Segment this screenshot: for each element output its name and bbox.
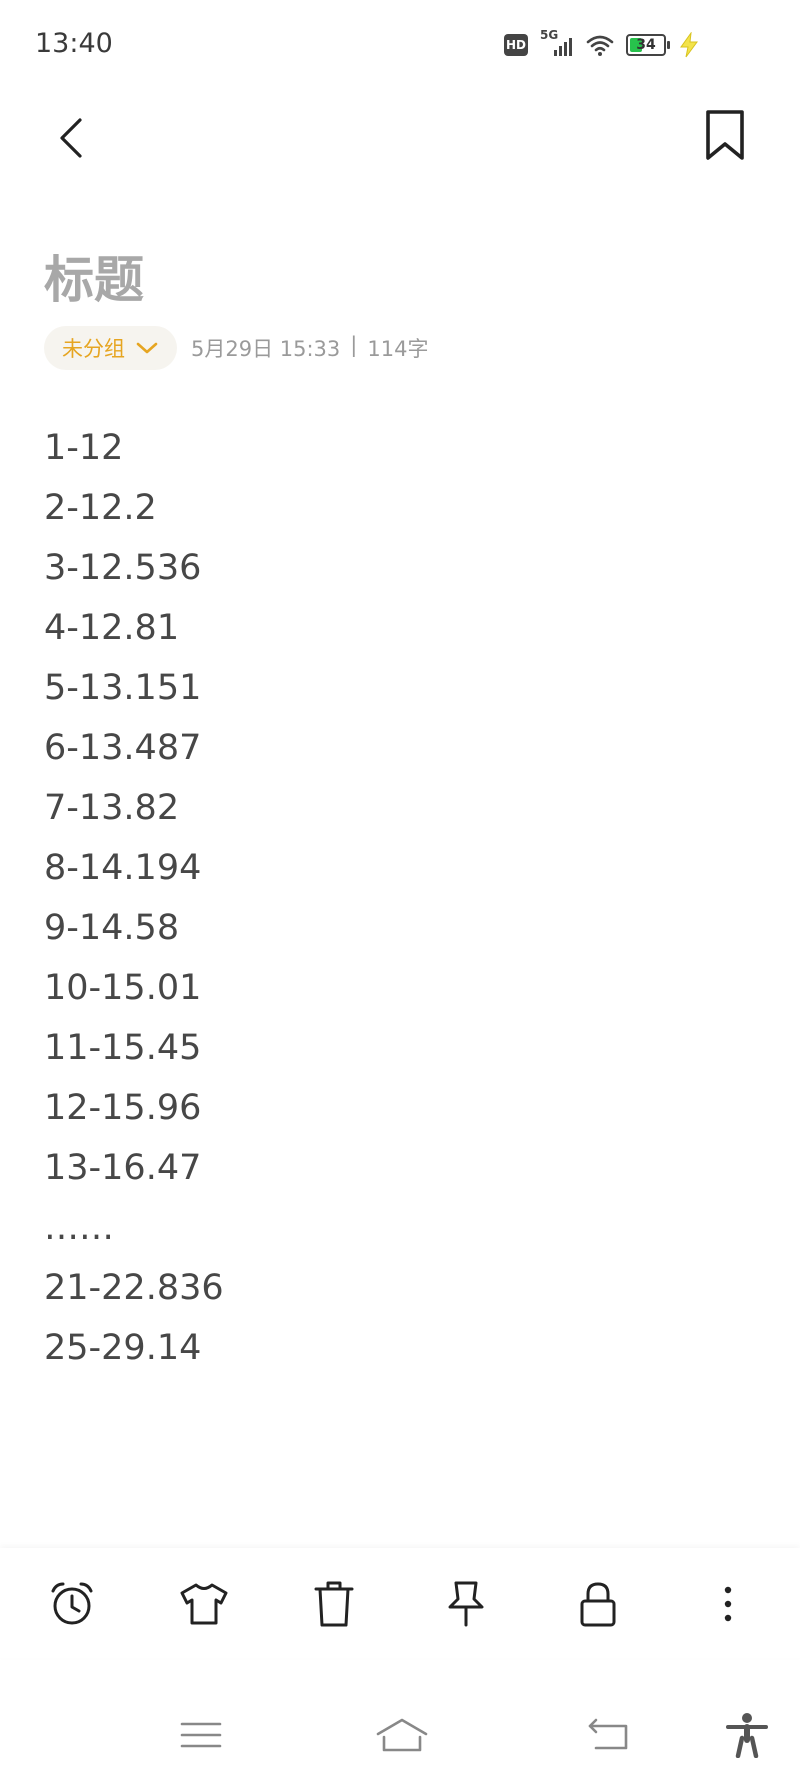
note-line: 10-15.01 — [44, 968, 202, 1008]
system-nav-bar — [0, 1690, 800, 1784]
top-bar — [0, 90, 800, 180]
home-icon — [376, 1718, 428, 1752]
hd-icon: HD — [504, 34, 528, 56]
bookmark-button[interactable] — [700, 108, 750, 164]
note-line: 11-15.45 — [44, 1028, 202, 1068]
accessibility-button[interactable] — [724, 1712, 774, 1759]
status-time: 13:40 — [35, 28, 113, 59]
note-line: 5-13.151 — [44, 668, 202, 708]
chevron-left-icon — [60, 118, 82, 158]
charging-icon — [678, 31, 700, 58]
note-line: 4-12.81 — [44, 608, 180, 648]
note-line: 21-22.836 — [44, 1268, 224, 1308]
note-body[interactable]: 1-12 2-12.2 3-12.536 4-12.81 5-13.151 6-… — [44, 418, 224, 1378]
note-line: 7-13.82 — [44, 788, 180, 828]
battery-icon: 34 — [626, 34, 670, 56]
note-title[interactable]: 标题 — [44, 240, 144, 312]
note-line: 1-12 — [44, 428, 124, 468]
back-button[interactable] — [48, 108, 98, 168]
pin-button[interactable] — [438, 1576, 494, 1632]
bookmark-icon — [706, 110, 744, 160]
menu-icon — [180, 1722, 222, 1748]
note-info: 5月29日 15:33 | 114字 — [191, 333, 428, 363]
note-date: 5月29日 15:33 — [191, 337, 341, 361]
battery-cap — [667, 41, 670, 49]
note-line: 2-12.2 — [44, 488, 157, 528]
note-meta: 未分组 5月29日 15:33 | 114字 — [44, 326, 428, 370]
note-line: 12-15.96 — [44, 1088, 202, 1128]
back-icon — [588, 1718, 628, 1750]
lock-button[interactable] — [570, 1576, 626, 1632]
group-selector[interactable]: 未分组 — [44, 326, 177, 370]
more-button[interactable] — [700, 1576, 756, 1632]
pin-icon — [448, 1581, 484, 1627]
signal-5g-icon: 5G — [540, 28, 574, 58]
note-line: 13-16.47 — [44, 1148, 202, 1188]
system-back-button[interactable] — [584, 1712, 634, 1758]
more-icon — [724, 1586, 732, 1622]
battery-level: 34 — [636, 37, 656, 53]
delete-button[interactable] — [306, 1576, 362, 1632]
trash-icon — [314, 1581, 354, 1627]
status-icons: HD 5G 34 — [504, 28, 700, 60]
shirt-icon — [180, 1583, 228, 1625]
wifi-icon — [586, 33, 614, 57]
note-line: 6-13.487 — [44, 728, 202, 768]
alarm-button[interactable] — [44, 1576, 100, 1632]
group-label: 未分组 — [62, 337, 125, 361]
home-button[interactable] — [374, 1712, 428, 1758]
bottom-toolbar — [0, 1548, 800, 1658]
char-count: 114字 — [367, 337, 429, 361]
note-line: 3-12.536 — [44, 548, 202, 588]
accessibility-icon — [726, 1713, 768, 1759]
chevron-down-icon — [136, 342, 158, 354]
note-line: 25-29.14 — [44, 1328, 202, 1368]
status-bar: 13:40 HD 5G 34 — [0, 0, 800, 90]
alarm-icon — [51, 1582, 93, 1625]
meta-separator: | — [350, 333, 358, 357]
note-line: 9-14.58 — [44, 908, 180, 948]
note-line: 8-14.194 — [44, 848, 202, 888]
note-line: …… — [44, 1208, 114, 1248]
recents-button[interactable] — [176, 1712, 226, 1758]
lock-icon — [580, 1582, 616, 1627]
theme-button[interactable] — [176, 1576, 232, 1632]
